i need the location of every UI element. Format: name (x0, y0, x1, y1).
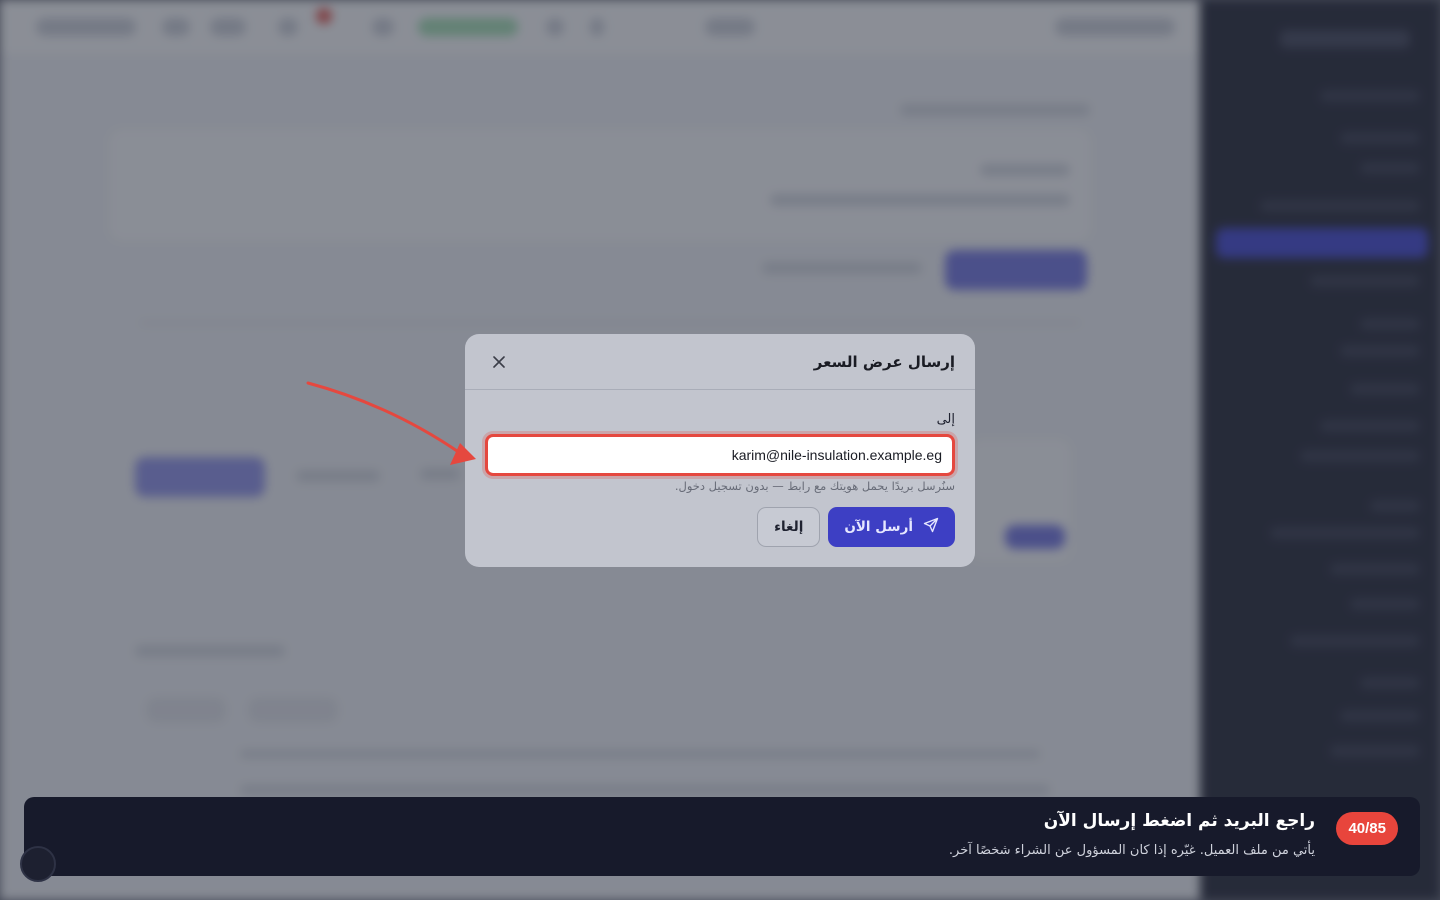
tutorial-title: راجع البريد ثم اضغط إرسال الآن (1043, 811, 1315, 831)
to-label: إلى (936, 412, 955, 427)
pointer-arrow-icon (306, 381, 476, 465)
recipient-email-value: karim@nile-insulation.example.eg (731, 447, 942, 463)
tutorial-progress-badge: 40/85 (1336, 812, 1398, 845)
field-hint: سنُرسل بريدًا يحمل هويتك مع رابط — بدون … (674, 479, 955, 493)
cancel-button[interactable]: إلغاء (757, 507, 821, 547)
send-now-button[interactable]: أرسل الآن (828, 507, 955, 547)
dialog-title: إرسال عرض السعر (813, 352, 955, 371)
help-button[interactable] (20, 846, 56, 882)
send-quote-dialog: إرسال عرض السعر إلى karim@nile-insulatio… (465, 334, 975, 567)
paper-plane-icon (923, 517, 939, 537)
dialog-header: إرسال عرض السعر (465, 334, 975, 390)
recipient-email-input[interactable]: karim@nile-insulation.example.eg (485, 434, 955, 476)
cancel-label: إلغاء (774, 519, 804, 535)
send-now-label: أرسل الآن (844, 519, 913, 535)
dialog-actions: أرسل الآن إلغاء (757, 507, 955, 547)
tutorial-subtitle: يأتي من ملف العميل. غيّره إذا كان المسؤو… (948, 843, 1315, 858)
close-icon[interactable] (487, 350, 511, 374)
tutorial-bar: 40/85 راجع البريد ثم اضغط إرسال الآن يأت… (24, 797, 1420, 876)
